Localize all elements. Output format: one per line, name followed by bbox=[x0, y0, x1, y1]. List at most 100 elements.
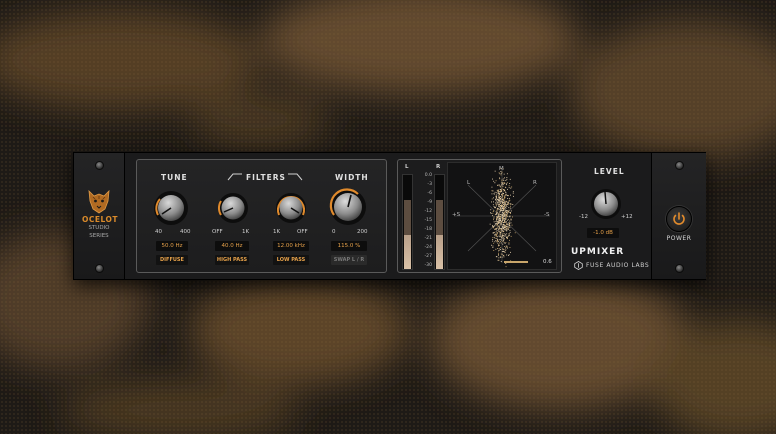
scope-dot bbox=[505, 242, 507, 243]
scope-dot bbox=[504, 243, 506, 244]
scope-dot bbox=[499, 189, 501, 190]
scope-dot bbox=[504, 218, 506, 220]
width-knob[interactable] bbox=[327, 186, 369, 228]
scope-plot bbox=[454, 168, 550, 268]
scope-dot bbox=[500, 186, 501, 188]
scope-dot bbox=[499, 202, 501, 203]
scope-dot bbox=[500, 198, 502, 199]
scope-dot bbox=[500, 215, 502, 217]
scope-dot bbox=[498, 201, 499, 203]
scope-dot bbox=[502, 243, 504, 245]
db-tick: -18 bbox=[424, 227, 432, 232]
lowpass-max-label: OFF bbox=[297, 229, 308, 235]
scope-dot bbox=[495, 200, 497, 202]
scope-dot bbox=[500, 190, 502, 192]
scope-dot bbox=[496, 195, 497, 197]
scope-dot bbox=[505, 180, 507, 181]
product-title: UPMIXER bbox=[571, 247, 625, 257]
scope-dot bbox=[496, 233, 497, 235]
scope-dot bbox=[508, 254, 510, 256]
diffuse-button[interactable]: DIFFUSE bbox=[156, 255, 188, 265]
scope-dot bbox=[504, 229, 506, 231]
scope-r-label: R bbox=[533, 180, 537, 186]
tune-value[interactable]: 50.0 Hz bbox=[156, 241, 188, 251]
scope-dot bbox=[499, 249, 501, 251]
scope-dot bbox=[498, 259, 500, 261]
scope-dot bbox=[499, 242, 500, 244]
scope-dot bbox=[505, 214, 507, 216]
scope-dot bbox=[505, 216, 507, 218]
scope-dot bbox=[493, 236, 495, 238]
power-button[interactable] bbox=[666, 206, 692, 232]
scope-dot bbox=[502, 192, 504, 194]
scope-dot bbox=[497, 222, 499, 224]
swap-lr-button[interactable]: SWAP L / R bbox=[331, 255, 367, 265]
scope-dot bbox=[493, 219, 494, 221]
scope-dot bbox=[504, 221, 505, 223]
scope-dot bbox=[499, 207, 501, 209]
scope-dot bbox=[509, 203, 511, 205]
scope-dot bbox=[496, 225, 498, 226]
scope-dot bbox=[494, 237, 496, 239]
width-min-label: 0 bbox=[332, 229, 336, 235]
scope-dot bbox=[504, 235, 506, 237]
scope-dot bbox=[509, 178, 511, 180]
lowpass-min-label: 1K bbox=[273, 229, 281, 235]
lowpass-value[interactable]: 12.00 kHz bbox=[273, 241, 309, 251]
scope-dot bbox=[495, 224, 497, 226]
scope-dot bbox=[498, 199, 500, 201]
tune-max-label: 400 bbox=[180, 229, 191, 235]
scope-dot bbox=[498, 229, 500, 231]
scope-dot bbox=[500, 200, 502, 202]
scope-dot bbox=[501, 253, 503, 255]
scope-dot bbox=[491, 190, 493, 192]
scope-dot bbox=[510, 210, 512, 212]
scope-dot bbox=[502, 178, 504, 180]
screw-icon bbox=[95, 161, 104, 170]
tune-knob[interactable] bbox=[151, 188, 191, 228]
lowpass-button[interactable]: LOW PASS bbox=[273, 255, 309, 265]
scope-dot bbox=[497, 213, 499, 215]
scope-dot bbox=[507, 227, 509, 229]
scope-dot bbox=[511, 186, 513, 188]
scope-dot bbox=[497, 200, 499, 202]
scope-dot bbox=[503, 193, 505, 194]
scope-dot bbox=[503, 206, 505, 207]
db-tick: -30 bbox=[424, 263, 432, 268]
scope-dot bbox=[499, 210, 501, 212]
lowpass-knob[interactable] bbox=[273, 190, 309, 226]
scope-dot bbox=[499, 194, 500, 196]
scope-dot bbox=[503, 256, 505, 258]
scope-dot bbox=[496, 208, 498, 210]
scope-dot bbox=[506, 227, 508, 229]
scope-dot bbox=[498, 257, 500, 259]
level-value[interactable]: -1.0 dB bbox=[587, 228, 619, 238]
highpass-button[interactable]: HIGH PASS bbox=[215, 255, 249, 265]
scope-dot bbox=[505, 247, 506, 249]
scope-dot bbox=[513, 195, 514, 197]
highpass-value[interactable]: 40.0 Hz bbox=[215, 241, 249, 251]
scope-dot bbox=[509, 227, 511, 228]
scope-dot bbox=[511, 224, 513, 226]
scope-dot bbox=[490, 213, 492, 214]
scope-dot bbox=[504, 212, 506, 214]
scope-dot bbox=[491, 201, 492, 203]
scope-dot bbox=[498, 254, 499, 256]
width-value[interactable]: 115.0 % bbox=[331, 241, 367, 251]
scope-dot bbox=[510, 205, 511, 207]
scope-dot bbox=[506, 182, 508, 184]
scope-dot bbox=[503, 224, 505, 225]
scope-dot bbox=[497, 207, 499, 209]
scope-dot bbox=[509, 220, 511, 222]
highpass-knob[interactable] bbox=[215, 190, 251, 226]
level-knob[interactable] bbox=[588, 186, 624, 222]
scope-dot bbox=[507, 228, 509, 230]
db-tick: -24 bbox=[424, 245, 432, 250]
scope-dot bbox=[507, 203, 508, 205]
scope-dot bbox=[501, 187, 503, 189]
scope-dot bbox=[508, 207, 510, 209]
filters-label: FILTERS bbox=[246, 173, 286, 182]
scope-dot bbox=[503, 198, 505, 200]
scope-dot bbox=[504, 251, 506, 253]
scope-dot bbox=[504, 220, 505, 222]
